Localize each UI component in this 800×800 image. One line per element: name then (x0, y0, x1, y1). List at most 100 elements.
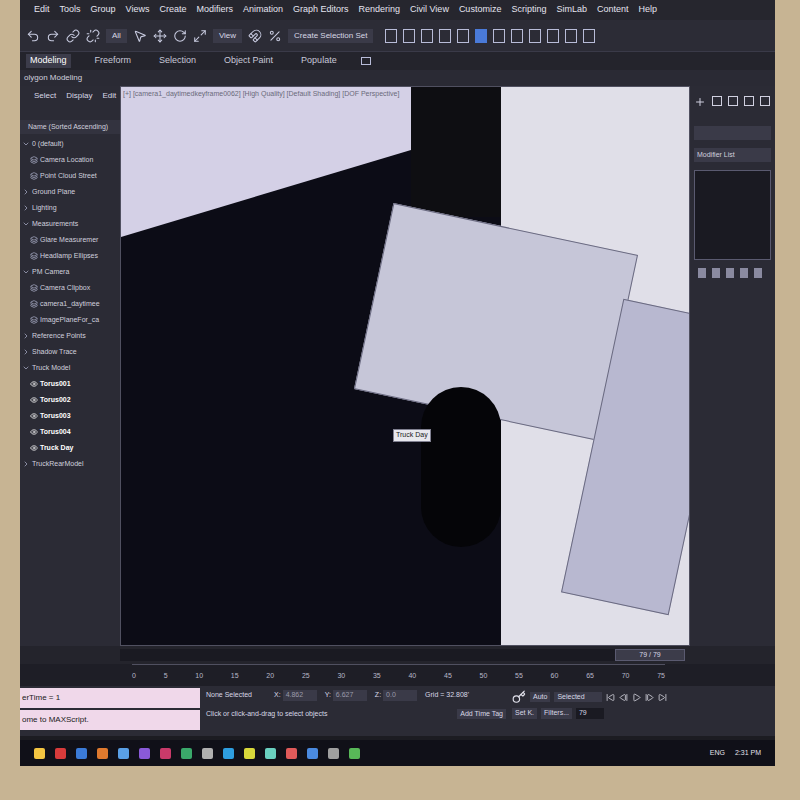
menu-item[interactable]: SimLab (556, 3, 587, 17)
taskbar-app-icon[interactable] (160, 748, 171, 759)
taskbar-app-icon[interactable] (97, 748, 108, 759)
tree-row[interactable]: Camera Clipbox (20, 280, 120, 296)
tool-icon[interactable] (133, 29, 147, 43)
menu-item[interactable]: Tools (60, 3, 81, 17)
expand-arrow-icon[interactable] (22, 140, 30, 148)
object-name-field[interactable] (694, 126, 771, 140)
coordinate-field[interactable]: Y:6.627 (325, 690, 367, 701)
tree-row[interactable]: Camera Location (20, 152, 120, 168)
visibility-eye-icon[interactable] (30, 396, 38, 404)
taskbar-app-icon[interactable] (181, 748, 192, 759)
tree-row[interactable]: Torus002 (20, 392, 120, 408)
menu-item[interactable]: Customize (459, 3, 502, 17)
collapse-arrow-icon[interactable] (22, 460, 30, 468)
modifier-list-dropdown[interactable]: Modifier List (694, 148, 771, 162)
toolbar-button-icon[interactable] (421, 29, 433, 43)
viewport-label[interactable]: [+] [camera1_daytimedkeyframe0062] [High… (123, 89, 399, 100)
tree-row[interactable]: camera1_daytimee (20, 296, 120, 312)
tree-row[interactable]: Truck Model (20, 360, 120, 376)
tree-row[interactable]: Reference Points (20, 328, 120, 344)
go-end-icon[interactable] (658, 693, 667, 702)
key-filter-dropdown[interactable]: Selected (554, 692, 602, 703)
play-icon[interactable] (632, 693, 641, 702)
menu-item[interactable]: Animation (243, 3, 283, 17)
coordinate-value[interactable]: 6.627 (333, 690, 367, 701)
stack-control-icon[interactable] (726, 268, 734, 278)
toolbar-button-icon[interactable] (493, 29, 505, 43)
reference-coord-dropdown[interactable]: View (213, 29, 242, 43)
menu-item[interactable]: Civil View (410, 3, 449, 17)
menu-item[interactable]: Rendering (359, 3, 401, 17)
explorer-menu-item[interactable]: Edit (102, 90, 116, 102)
coordinate-field[interactable]: Z:0.0 (375, 690, 417, 701)
layer-icon[interactable] (30, 284, 38, 292)
ribbon-tab[interactable]: Selection (155, 54, 200, 68)
time-slider-track[interactable]: 79 / 79 (120, 649, 685, 661)
current-frame-field[interactable]: 79 (576, 708, 604, 719)
tool-icon[interactable] (153, 29, 167, 43)
menu-item[interactable]: Graph Editors (293, 3, 349, 17)
taskbar-app-icon[interactable] (34, 748, 45, 759)
command-tab-icon[interactable] (728, 96, 738, 106)
filters-button[interactable]: Filters... (541, 708, 572, 719)
tree-row[interactable]: Torus003 (20, 408, 120, 424)
tree-row[interactable]: TruckRearModel (20, 456, 120, 472)
toolbar-button-icon[interactable] (529, 29, 541, 43)
visibility-eye-icon[interactable] (30, 444, 38, 452)
toolbar-button-icon[interactable] (511, 29, 523, 43)
prev-frame-icon[interactable] (619, 693, 628, 702)
selection-filter[interactable]: All (106, 29, 127, 43)
toolbar-button-icon[interactable] (385, 29, 397, 43)
set-key-button[interactable]: Set K. (512, 708, 537, 719)
go-start-icon[interactable] (606, 693, 615, 702)
coordinate-field[interactable]: X:4.862 (274, 690, 317, 701)
stack-control-icon[interactable] (712, 268, 720, 278)
visibility-eye-icon[interactable] (30, 412, 38, 420)
clock[interactable]: 2:31 PM (735, 748, 761, 759)
tree-row[interactable]: 0 (default) (20, 136, 120, 152)
menu-item[interactable]: Edit (34, 3, 50, 17)
stack-control-icon[interactable] (698, 268, 706, 278)
explorer-menu-item[interactable]: Select (34, 90, 56, 102)
menu-item[interactable]: Views (126, 3, 150, 17)
snap-icon[interactable] (268, 29, 282, 43)
toolbar-button-icon[interactable] (583, 29, 595, 43)
explorer-menu-item[interactable]: Display (66, 90, 92, 102)
toolbar-button-icon[interactable] (565, 29, 577, 43)
layer-icon[interactable] (30, 236, 38, 244)
taskbar-app-icon[interactable] (328, 748, 339, 759)
modifier-stack[interactable] (694, 170, 771, 260)
tool-icon[interactable] (26, 29, 40, 43)
language-indicator[interactable]: ENG (710, 748, 725, 759)
collapse-arrow-icon[interactable] (22, 332, 30, 340)
expand-arrow-icon[interactable] (22, 220, 30, 228)
tree-row[interactable]: Lighting (20, 200, 120, 216)
command-tab-icon[interactable] (744, 96, 754, 106)
layer-icon[interactable] (30, 172, 38, 180)
layer-icon[interactable] (30, 316, 38, 324)
tree-row[interactable]: Torus004 (20, 424, 120, 440)
snap-icon[interactable] (248, 29, 262, 43)
stack-control-icon[interactable] (740, 268, 748, 278)
create-tab-icon[interactable] (694, 96, 706, 108)
ribbon-tab[interactable]: Object Paint (220, 54, 277, 68)
taskbar-app-icon[interactable] (265, 748, 276, 759)
taskbar-app-icon[interactable] (349, 748, 360, 759)
command-tab-icon[interactable] (712, 96, 722, 106)
ribbon-tab[interactable]: Modeling (26, 54, 71, 68)
menu-item[interactable]: Modifiers (196, 3, 233, 17)
time-slider-thumb[interactable]: 79 / 79 (615, 649, 685, 661)
visibility-eye-icon[interactable] (30, 428, 38, 436)
menu-item[interactable]: Content (597, 3, 629, 17)
tool-icon[interactable] (66, 29, 80, 43)
selection-set-dropdown[interactable]: Create Selection Set (288, 29, 373, 43)
menu-item[interactable]: Group (91, 3, 116, 17)
toolbar-button-icon[interactable] (403, 29, 415, 43)
toolbar-button-icon[interactable] (475, 29, 487, 43)
taskbar-app-icon[interactable] (244, 748, 255, 759)
coordinate-value[interactable]: 4.862 (283, 690, 317, 701)
tree-row[interactable]: Shadow Trace (20, 344, 120, 360)
tool-icon[interactable] (46, 29, 60, 43)
taskbar-app-icon[interactable] (223, 748, 234, 759)
expand-arrow-icon[interactable] (22, 364, 30, 372)
